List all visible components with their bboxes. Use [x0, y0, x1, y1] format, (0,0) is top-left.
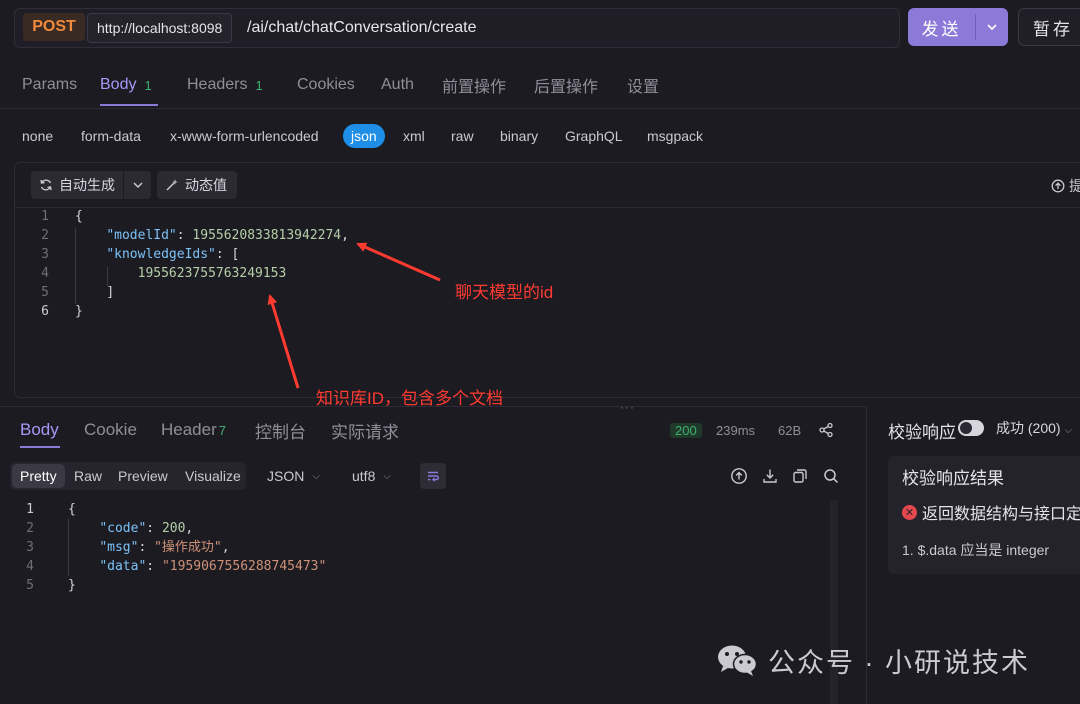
response-line-gutter: 1 2 3 4 5: [0, 500, 42, 595]
tab-label: Body: [20, 420, 59, 439]
view-mode-selector: Pretty Raw Preview Visualize: [10, 462, 246, 490]
resp-tab-console[interactable]: 控制台: [255, 416, 306, 444]
line-number: 1: [26, 502, 34, 517]
view-visualize[interactable]: Visualize: [185, 464, 241, 488]
resize-handle[interactable]: ···: [620, 400, 635, 414]
line-number: 5: [26, 578, 34, 593]
share-icon: [819, 422, 833, 438]
search-icon[interactable]: [822, 467, 840, 485]
json-key: "msg": [99, 540, 139, 555]
watermark: 公众号 · 小研说技术: [716, 640, 1030, 680]
json-key: "code": [99, 521, 147, 536]
line-number: 4: [26, 559, 34, 574]
response-json[interactable]: { "code": 200, "msg": "操作成功", "data": "1…: [68, 500, 326, 595]
validate-response-label: 校验响应: [888, 423, 956, 442]
json-brace: {: [68, 502, 76, 517]
response-time: 239ms: [716, 422, 756, 438]
validate-toggle[interactable]: [958, 420, 984, 436]
tab-label: Cookie: [84, 420, 137, 439]
view-preview[interactable]: Preview: [118, 464, 168, 488]
json-number: 200: [161, 521, 186, 536]
tab-count: 7: [218, 422, 226, 438]
validation-error-text: 返回数据结构与接口定: [922, 506, 1080, 523]
tab-label: Header: [161, 420, 217, 439]
arrow-knowledge-ids: [267, 294, 300, 389]
validation-error: ✕ 返回数据结构与接口定: [902, 500, 1080, 524]
wrap-icon: [428, 471, 439, 482]
json-string: "操作成功": [154, 540, 222, 555]
tab-label: 实际请求: [331, 422, 399, 442]
annotation-model-id: 聊天模型的id: [455, 283, 554, 302]
error-icon: ✕: [902, 504, 917, 520]
validation-result-title: 校验响应结果: [902, 469, 1004, 488]
line-number: 2: [26, 521, 34, 536]
response-size: 62B: [778, 422, 802, 438]
wechat-icon: [718, 645, 758, 676]
resp-tab-actual-request[interactable]: 实际请求: [331, 416, 399, 444]
wrap-lines-button[interactable]: [420, 463, 446, 489]
line-number: 3: [26, 540, 34, 555]
encoding-value: utf8: [352, 468, 376, 484]
resp-tab-body[interactable]: Body: [20, 416, 59, 444]
active-tab-indicator: [20, 446, 60, 448]
json-key: "data": [99, 559, 147, 574]
format-value: JSON: [267, 468, 305, 484]
tab-label: 控制台: [255, 422, 306, 442]
resp-tab-cookie[interactable]: Cookie: [84, 416, 137, 444]
validation-error-item: 1. $.data 应当是 integer: [902, 542, 1050, 558]
view-pretty[interactable]: Pretty: [12, 464, 65, 488]
upload-circle-icon[interactable]: [730, 467, 748, 485]
download-icon[interactable]: [761, 467, 779, 485]
format-select[interactable]: JSON ⌵: [267, 466, 320, 486]
response-divider: [0, 406, 866, 407]
copy-icon[interactable]: [791, 467, 809, 485]
json-string: "1959067556288745473": [161, 559, 327, 574]
chevron-down-icon: ⌵: [1064, 425, 1073, 436]
view-raw[interactable]: Raw: [74, 464, 102, 488]
annotation-arrows: [267, 242, 441, 389]
json-brace: }: [68, 578, 76, 593]
status-code: 200: [670, 422, 702, 438]
validation-status: 成功 (200): [996, 420, 1061, 436]
status-badge: 200: [670, 419, 702, 441]
toggle-knob: [960, 422, 972, 434]
chevron-down-icon: ⌵: [383, 470, 391, 482]
encoding-select[interactable]: utf8 ⌵: [352, 466, 391, 486]
resp-tab-header[interactable]: Header 7: [161, 416, 226, 444]
arrow-model-id: [356, 242, 441, 282]
validation-status-select[interactable]: 成功 (200) ⌵: [996, 418, 1072, 438]
chevron-down-icon: ⌵: [312, 470, 320, 482]
share-button[interactable]: [818, 419, 834, 441]
watermark-text: 公众号 · 小研说技术: [768, 647, 1030, 678]
